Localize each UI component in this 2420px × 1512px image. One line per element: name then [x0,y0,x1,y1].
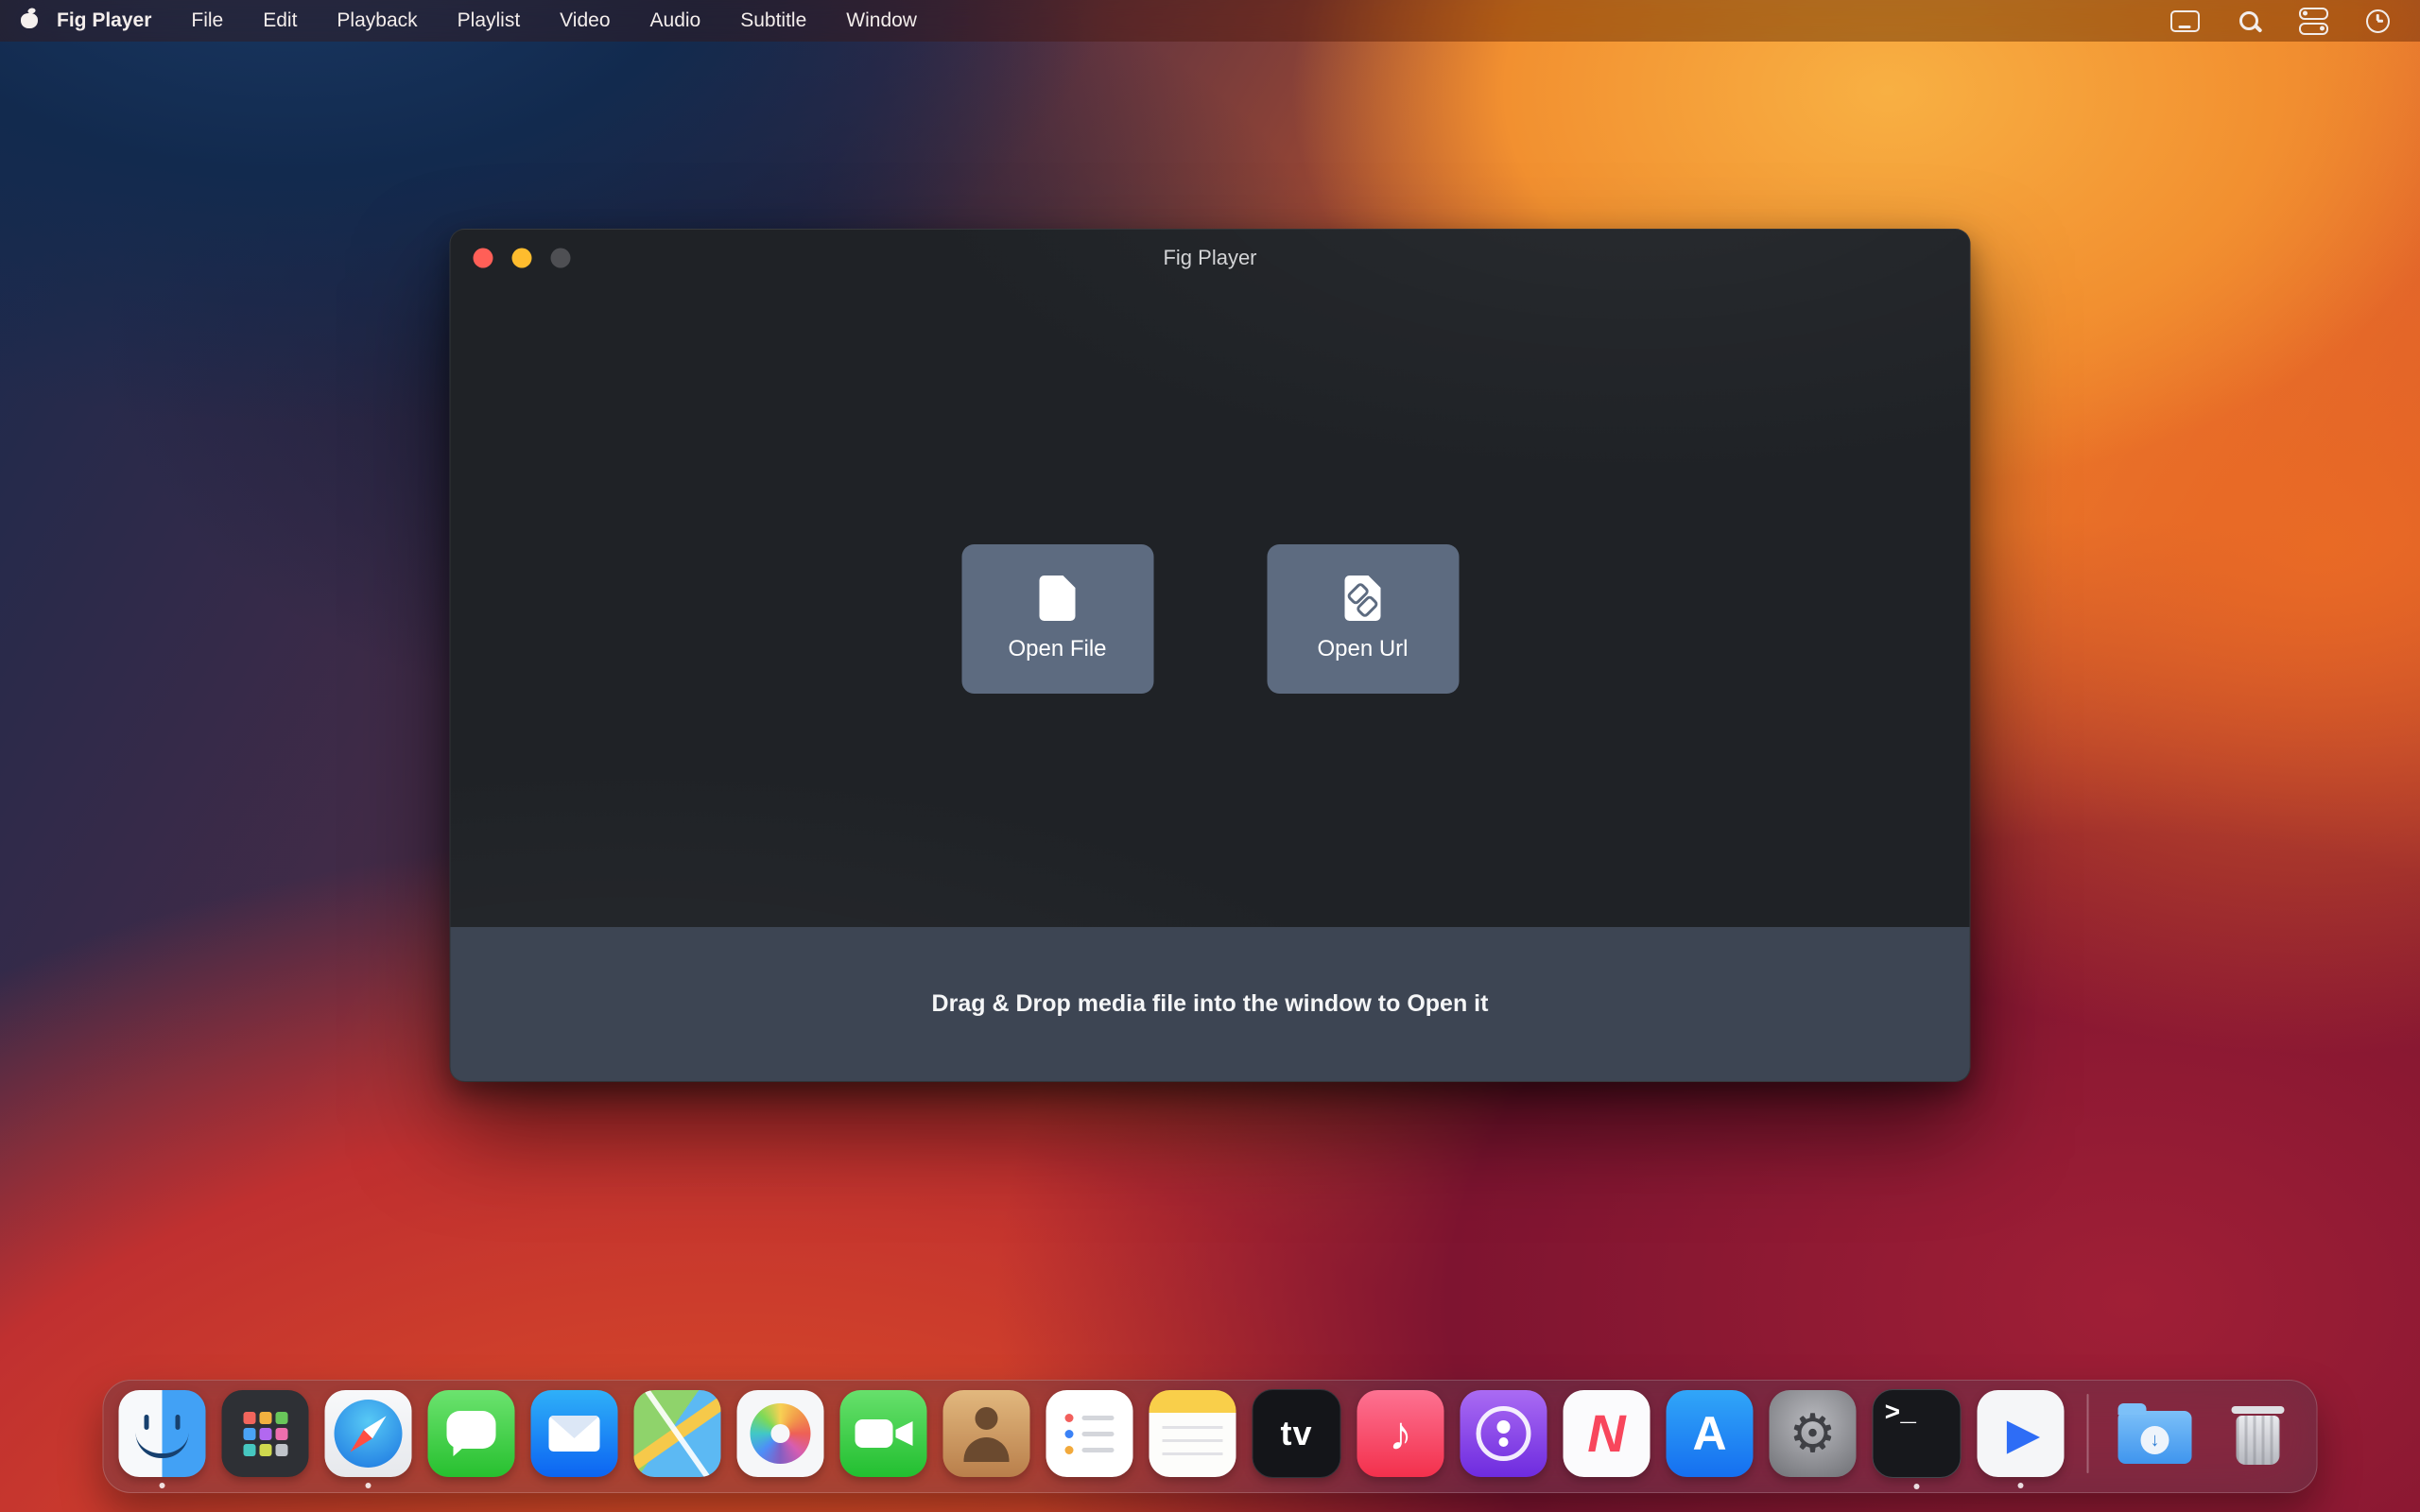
maps-icon [634,1390,721,1477]
apple-menu[interactable] [21,9,38,34]
dock-item-mail[interactable] [531,1390,618,1477]
dock: tv♪ NA⚙>_▶ ↓ [103,1380,2318,1493]
music-icon: ♪ [1357,1390,1444,1477]
menu-status-icons [2169,7,2420,35]
open-url-label: Open Url [1317,636,1408,662]
dock-item-notes[interactable] [1150,1390,1236,1477]
dock-item-music[interactable]: ♪ [1357,1390,1444,1477]
apple-tv-icon: tv [1253,1389,1341,1478]
menu-items: File Edit Playback Playlist Video Audio Subtit… [191,9,917,32]
dock-item-trash[interactable] [2215,1390,2302,1477]
dock-item-downloads[interactable]: ↓ [2112,1390,2199,1477]
fig-player-window: Fig Player Open File Open Url Drag & Dro… [450,229,1971,1082]
apple-icon [21,9,38,28]
dock-item-system-settings[interactable]: ⚙ [1770,1390,1857,1477]
menu-item-audio[interactable]: Audio [650,9,701,32]
clock-icon[interactable] [2361,7,2394,35]
close-button[interactable] [474,249,493,268]
menu-item-video[interactable]: Video [560,9,610,32]
search-icon-glyph [2239,11,2258,30]
dock-item-news[interactable]: N [1564,1390,1651,1477]
open-actions: Open File Open Url [451,544,1970,694]
contacts-icon [943,1390,1030,1477]
drop-zone[interactable]: Drag & Drop media file into the window t… [451,927,1970,1081]
reminders-icon [1046,1390,1133,1477]
notes-icon [1150,1390,1236,1477]
news-icon: N [1564,1390,1651,1477]
document-link-icon [1345,576,1381,621]
downloads-icon: ↓ [2112,1390,2199,1477]
menu-item-window[interactable]: Window [846,9,917,32]
open-file-button[interactable]: Open File [961,544,1153,694]
running-indicator [160,1483,165,1488]
dock-item-reminders[interactable] [1046,1390,1133,1477]
safari-icon [325,1390,412,1477]
dock-item-terminal[interactable]: >_ [1873,1389,1962,1478]
messages-icon [428,1390,515,1477]
dock-item-podcasts[interactable] [1461,1390,1547,1477]
terminal-icon: >_ [1873,1389,1962,1478]
podcasts-icon [1461,1390,1547,1477]
menu-item-edit[interactable]: Edit [263,9,297,32]
dock-item-safari[interactable] [325,1390,412,1477]
zoom-button[interactable] [551,249,571,268]
dock-item-apple-tv[interactable]: tv [1253,1389,1341,1478]
dock-item-photos[interactable] [737,1390,824,1477]
control-center-icon[interactable] [2297,7,2329,35]
menu-item-subtitle[interactable]: Subtitle [740,9,806,32]
document-icon [1040,576,1076,621]
dock-container: tv♪ NA⚙>_▶ ↓ [103,1380,2318,1493]
menu-item-file[interactable]: File [191,9,223,32]
menu-item-playlist[interactable]: Playlist [458,9,521,32]
trash-icon [2215,1390,2302,1477]
app-store-icon: A [1667,1390,1754,1477]
finder-icon [119,1390,206,1477]
menu-item-playback[interactable]: Playback [337,9,417,32]
dock-separator [2087,1394,2089,1473]
menu-bar: Fig Player File Edit Playback Playlist Video… [0,0,2420,42]
dock-item-finder[interactable] [119,1390,206,1477]
running-indicator [1914,1484,1920,1489]
dock-item-app-store[interactable]: A [1667,1390,1754,1477]
display-icon-glyph [2170,10,2200,32]
menu-bar-left: Fig Player File Edit Playback Playlist Video… [0,9,917,34]
display-icon[interactable] [2169,7,2201,35]
window-title: Fig Player [1163,246,1256,270]
fig-player-icon: ▶ [1978,1390,2065,1477]
facetime-icon [840,1390,927,1477]
dock-item-contacts[interactable] [943,1390,1030,1477]
minimize-button[interactable] [512,249,532,268]
window-titlebar[interactable]: Fig Player [451,230,1970,286]
control-center-glyph [2299,8,2328,35]
launchpad-icon [222,1390,309,1477]
drop-hint-text: Drag & Drop media file into the window t… [932,990,1489,1018]
desktop: Fig Player File Edit Playback Playlist Video… [0,0,2420,1512]
photos-icon [737,1390,824,1477]
open-file-label: Open File [1008,636,1106,662]
running-indicator [366,1483,372,1488]
dock-item-maps[interactable] [634,1390,721,1477]
open-url-button[interactable]: Open Url [1267,544,1459,694]
traffic-lights [474,249,571,268]
dock-item-fig-player[interactable]: ▶ [1978,1390,2065,1477]
system-settings-icon: ⚙ [1770,1390,1857,1477]
dock-item-messages[interactable] [428,1390,515,1477]
menu-app-name[interactable]: Fig Player [57,9,151,32]
dock-item-launchpad[interactable] [222,1390,309,1477]
running-indicator [2018,1483,2024,1488]
mail-icon [531,1390,618,1477]
clock-icon-glyph [2366,9,2390,33]
spotlight-search-icon[interactable] [2233,7,2265,35]
dock-item-facetime[interactable] [840,1390,927,1477]
